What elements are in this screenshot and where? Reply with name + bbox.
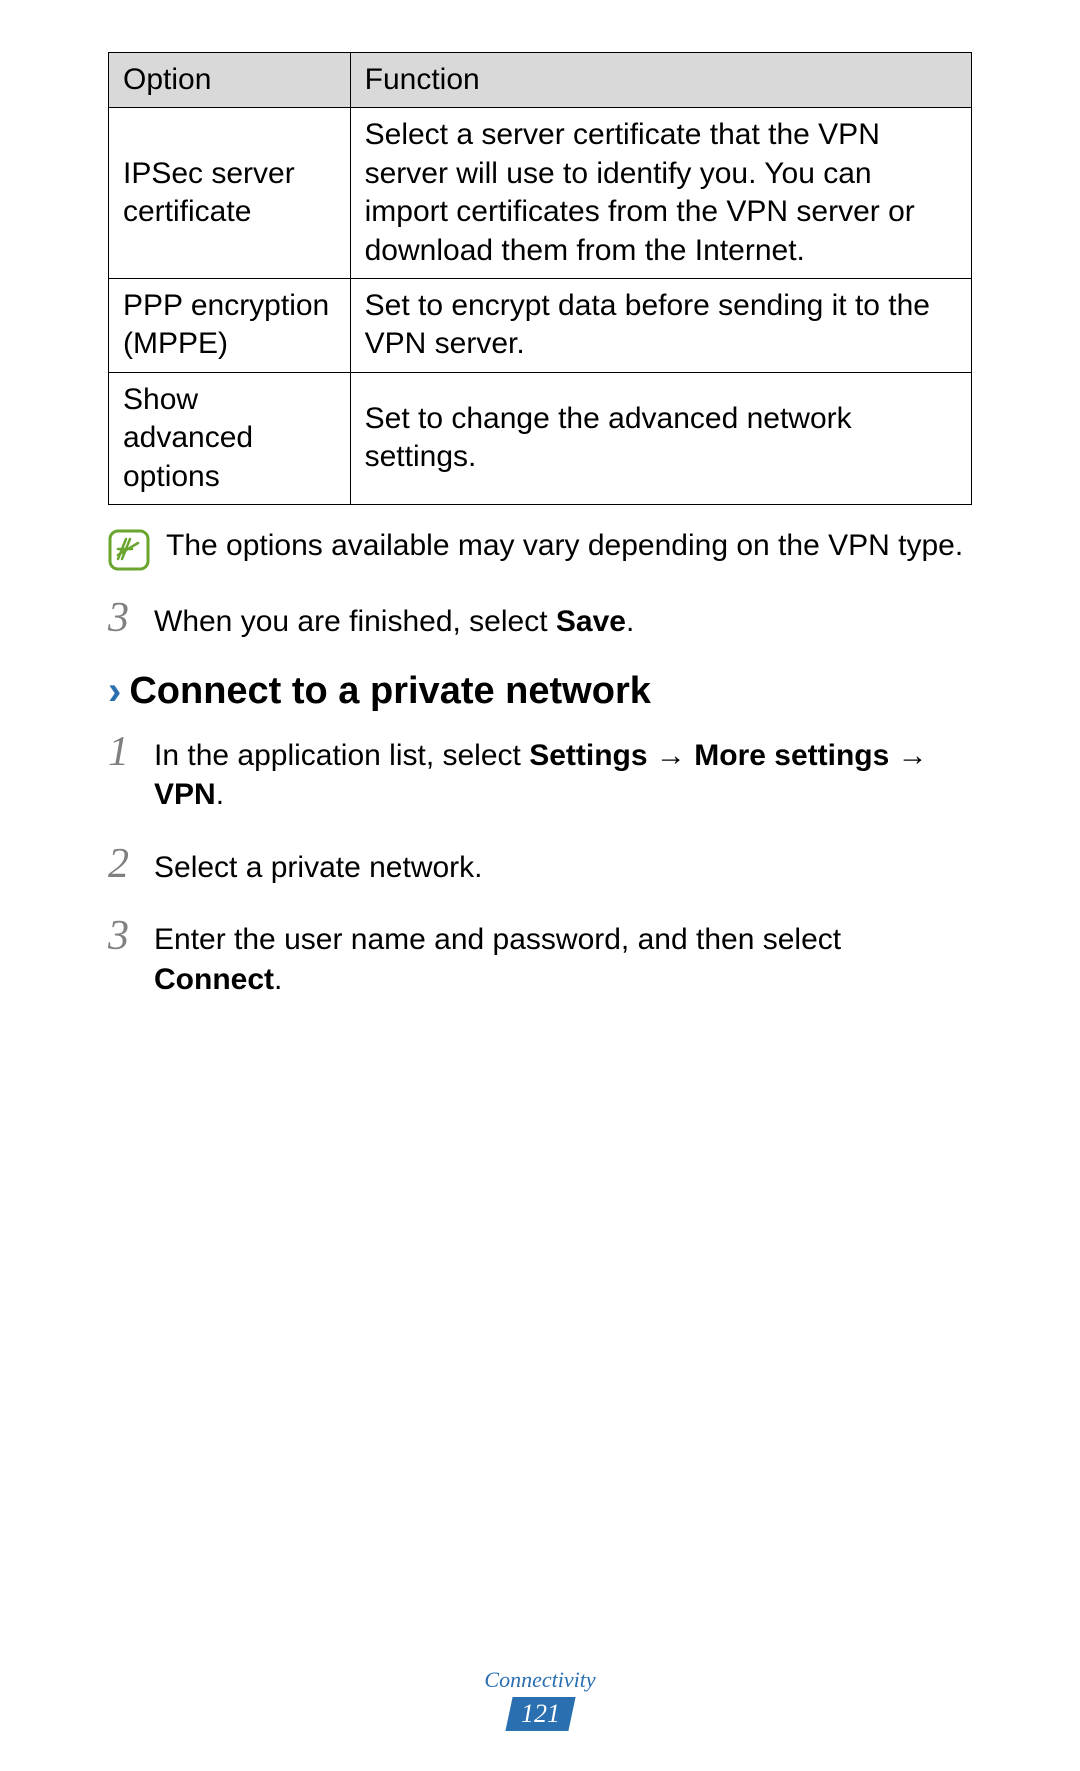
arrow-icon: → bbox=[648, 739, 695, 772]
arrow-icon: → bbox=[889, 739, 927, 772]
table-row: PPP encryption (MPPE) Set to encrypt dat… bbox=[109, 278, 972, 372]
cell-option: PPP encryption (MPPE) bbox=[109, 278, 351, 372]
step-3: 3 Enter the user name and password, and … bbox=[108, 915, 972, 999]
t: Settings bbox=[529, 739, 647, 772]
note-block: The options available may vary depending… bbox=[108, 525, 972, 573]
step-1: 1 In the application list, select Settin… bbox=[108, 731, 972, 815]
step-text-bold: Save bbox=[556, 605, 626, 638]
t: Connect bbox=[154, 963, 274, 996]
step-number: 3 bbox=[108, 915, 140, 957]
step-text: When you are finished, select Save. bbox=[154, 599, 972, 642]
step-text: Enter the user name and password, and th… bbox=[154, 917, 972, 999]
note-text: The options available may vary depending… bbox=[166, 527, 963, 565]
page-footer: Connectivity 121 bbox=[0, 1667, 1080, 1731]
step-3-top: 3 When you are finished, select Save. bbox=[108, 597, 972, 642]
cell-option: Show advanced options bbox=[109, 372, 351, 504]
step-text: Select a private network. bbox=[154, 845, 972, 888]
t: In the application list, select bbox=[154, 739, 529, 772]
step-number: 1 bbox=[108, 731, 140, 773]
step-2: 2 Select a private network. bbox=[108, 843, 972, 888]
step-text: In the application list, select Settings… bbox=[154, 733, 972, 815]
heading-text: Connect to a private network bbox=[129, 670, 651, 713]
footer-section-name: Connectivity bbox=[0, 1667, 1080, 1693]
t: VPN bbox=[154, 778, 216, 811]
table-header-function: Function bbox=[350, 53, 971, 108]
chevron-right-icon: › bbox=[108, 671, 121, 711]
step-number: 2 bbox=[108, 843, 140, 885]
table-row: IPSec server certificate Select a server… bbox=[109, 108, 972, 279]
cell-function: Set to change the advanced network setti… bbox=[350, 372, 971, 504]
t: Enter the user name and password, and th… bbox=[154, 923, 841, 956]
t: . bbox=[274, 963, 282, 996]
table-header-option: Option bbox=[109, 53, 351, 108]
cell-function: Set to encrypt data before sending it to… bbox=[350, 278, 971, 372]
cell-function: Select a server certificate that the VPN… bbox=[350, 108, 971, 279]
cell-option: IPSec server certificate bbox=[109, 108, 351, 279]
t: More settings bbox=[694, 739, 889, 772]
options-table: Option Function IPSec server certificate… bbox=[108, 52, 972, 505]
step-text-prefix: When you are finished, select bbox=[154, 605, 556, 638]
t: . bbox=[216, 778, 224, 811]
table-row: Show advanced options Set to change the … bbox=[109, 372, 972, 504]
page-number-badge: 121 bbox=[505, 1697, 575, 1731]
page-number: 121 bbox=[521, 1699, 560, 1729]
section-heading: › Connect to a private network bbox=[108, 670, 972, 713]
note-icon bbox=[108, 529, 150, 571]
step-text-suffix: . bbox=[626, 605, 634, 638]
step-number: 3 bbox=[108, 597, 140, 639]
